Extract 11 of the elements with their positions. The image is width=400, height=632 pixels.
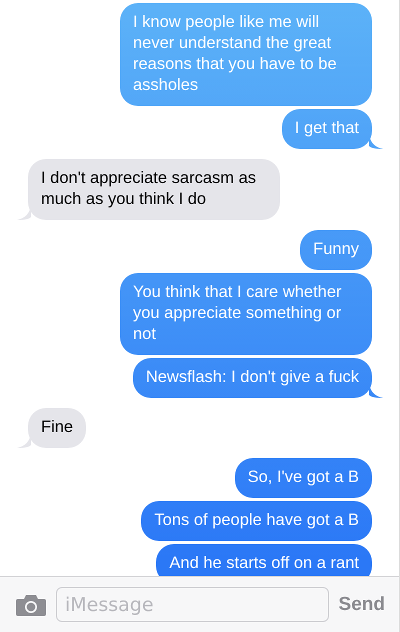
- message-bubble: Fine: [28, 408, 86, 448]
- message-bubble: So, I've got a B: [234, 458, 372, 498]
- message-bubble: Newsflash: I don't give a fuck: [132, 358, 372, 398]
- message-bubble: Funny: [300, 230, 372, 270]
- camera-icon[interactable]: [16, 594, 46, 616]
- message-field[interactable]: iMessage: [56, 587, 329, 622]
- message-bubble: Tons of people have got a B: [141, 501, 372, 541]
- message-bubble: I get that: [282, 109, 372, 149]
- message-bubble: I don't appreciate sarcasm as much as you think I do: [28, 159, 280, 220]
- message-bubble: I know people like me will never understand the great reasons that you have to be assholes: [120, 3, 372, 106]
- message-bubble: You think that I care whether you appreciate something or not: [120, 273, 372, 355]
